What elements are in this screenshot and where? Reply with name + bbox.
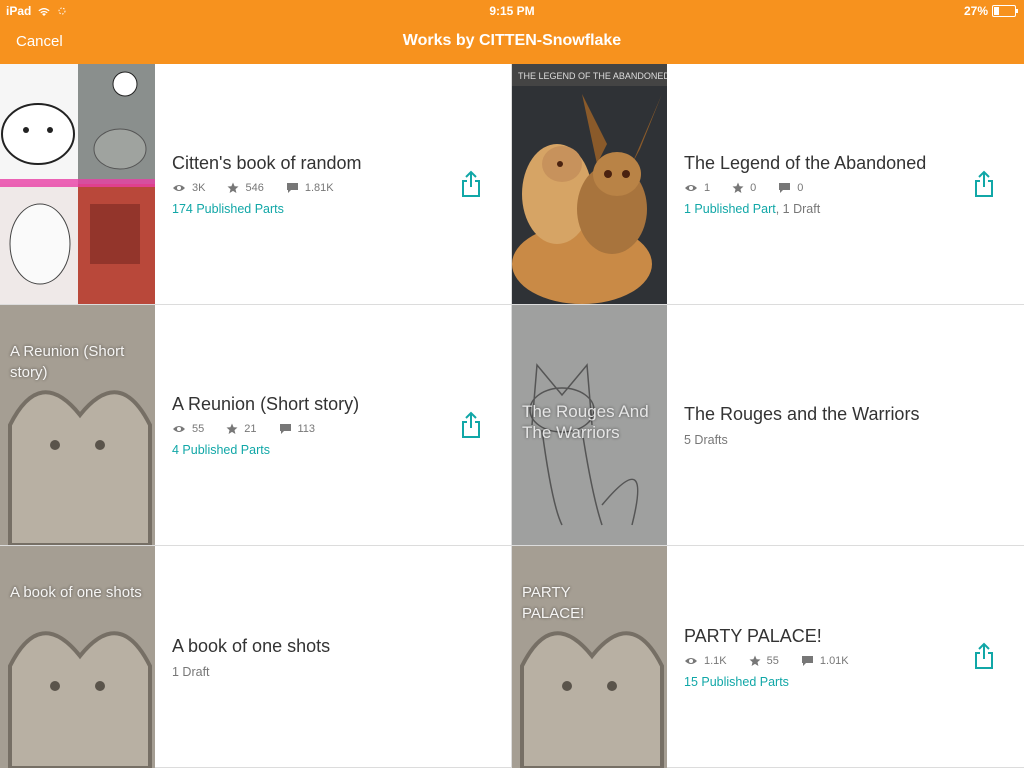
work-info: The Legend of the Abandoned 1 0 0 1 Publ… xyxy=(684,64,964,304)
comments-count: 113 xyxy=(297,422,316,435)
eye-icon xyxy=(173,425,185,432)
eye-icon xyxy=(685,184,697,191)
views-count: 55 xyxy=(192,422,205,435)
star-icon xyxy=(749,655,761,666)
work-title[interactable]: The Legend of the Abandoned xyxy=(684,153,964,174)
work-card[interactable]: Citten's book of random 3K 546 1.81K 174… xyxy=(0,64,512,305)
votes-count: 0 xyxy=(750,181,757,194)
views-stat: 55 xyxy=(172,423,204,435)
work-stats: 3K 546 1.81K xyxy=(172,182,451,194)
comments-count: 1.01K xyxy=(819,654,849,667)
votes-count: 21 xyxy=(244,422,257,435)
star-icon xyxy=(226,423,238,434)
status-time: 9:15 PM xyxy=(489,4,535,18)
cover-title: PARTY PALACE! xyxy=(522,584,585,622)
work-info: A Reunion (Short story) 55 21 113 4 Publ… xyxy=(172,305,451,545)
cover-title: A book of one shots xyxy=(10,584,142,601)
draft-parts: , 1 Draft xyxy=(775,201,821,216)
eye-icon xyxy=(685,657,697,664)
cover-title: A Reunion (Short story) xyxy=(10,343,125,381)
star-icon xyxy=(732,182,744,193)
views-count: 1.1K xyxy=(704,654,727,667)
share-icon[interactable] xyxy=(972,170,996,198)
votes-count: 546 xyxy=(245,181,264,194)
comment-icon xyxy=(286,182,298,193)
votes-stat: 546 xyxy=(227,181,264,194)
views-stat: 1.1K xyxy=(684,655,727,667)
draft-parts: 1 Draft xyxy=(172,664,210,679)
cover-image: A book of one shots xyxy=(0,546,155,768)
work-title[interactable]: The Rouges and the Warriors xyxy=(684,404,964,425)
battery-icon xyxy=(992,5,1018,17)
page-title: Works by CITTEN-Snowflake xyxy=(402,32,622,49)
comments-count: 0 xyxy=(797,181,804,194)
comment-icon xyxy=(779,182,791,193)
parts-info: 174 Published Parts xyxy=(172,202,451,216)
published-parts[interactable]: 15 Published Parts xyxy=(684,675,789,689)
views-stat: 1 xyxy=(684,182,710,194)
comments-count: 1.81K xyxy=(304,181,334,194)
status-right: 27% xyxy=(963,4,1018,18)
work-title[interactable]: A book of one shots xyxy=(172,636,451,657)
votes-stat: 21 xyxy=(226,422,257,435)
votes-stat: 0 xyxy=(732,182,756,194)
cover-image: THE LEGEND OF THE ABANDONED xyxy=(512,64,667,304)
star-icon xyxy=(227,182,239,193)
work-stats: 55 21 113 xyxy=(172,423,451,435)
work-info: The Rouges and the Warriors 5 Drafts xyxy=(684,305,964,545)
votes-count: 55 xyxy=(766,654,779,667)
work-title[interactable]: Citten's book of random xyxy=(172,153,451,174)
work-card[interactable]: The Rouges And The Warriors The Rouges a… xyxy=(512,305,1024,546)
comment-icon xyxy=(801,655,813,666)
cover-image: A Reunion (Short story) xyxy=(0,305,155,545)
work-card[interactable]: A book of one shots A book of one shots … xyxy=(0,546,512,768)
share-icon[interactable] xyxy=(972,642,996,670)
cover-image: PARTY PALACE! xyxy=(512,546,667,768)
eye-icon xyxy=(173,184,185,191)
nav-bar: Cancel Works by CITTEN-Snowflake xyxy=(0,22,1024,64)
share-icon[interactable] xyxy=(459,170,483,198)
published-parts[interactable]: 174 Published Parts xyxy=(172,202,284,216)
work-info: PARTY PALACE! 1.1K 55 1.01K 15 Published… xyxy=(684,546,964,768)
svg-text:THE LEGEND OF THE ABANDONED: THE LEGEND OF THE ABANDONED xyxy=(518,71,667,81)
work-info: Citten's book of random 3K 546 1.81K 174… xyxy=(172,64,451,304)
work-title[interactable]: A Reunion (Short story) xyxy=(172,394,451,415)
share-icon[interactable] xyxy=(459,411,483,439)
work-card[interactable]: PARTY PALACE! PARTY PALACE! 1.1K 55 1.01… xyxy=(512,546,1024,768)
work-card[interactable]: THE LEGEND OF THE ABANDONED The Legend o… xyxy=(512,64,1024,305)
comments-stat: 113 xyxy=(279,422,316,435)
draft-parts: 5 Drafts xyxy=(684,432,728,447)
parts-info: 1 Published Part, 1 Draft xyxy=(684,202,964,216)
comments-stat: 0 xyxy=(778,182,803,194)
views-stat: 3K xyxy=(172,182,205,194)
works-grid: Citten's book of random 3K 546 1.81K 174… xyxy=(0,64,1024,768)
battery-percent: 27% xyxy=(963,4,988,18)
work-info: A book of one shots 1 Draft xyxy=(172,546,451,768)
views-count: 3K xyxy=(192,181,206,194)
parts-info: 5 Drafts xyxy=(684,433,964,447)
work-stats: 1 0 0 xyxy=(684,182,964,194)
battery-fill xyxy=(994,7,999,15)
work-title[interactable]: PARTY PALACE! xyxy=(684,626,964,647)
parts-info: 15 Published Parts xyxy=(684,675,964,689)
parts-info: 4 Published Parts xyxy=(172,443,451,457)
status-bar: iPad 9:15 PM 27% xyxy=(0,0,1024,22)
comments-stat: 1.01K xyxy=(801,655,849,667)
votes-stat: 55 xyxy=(749,655,779,667)
cover-title: The Rouges And The Warriors xyxy=(522,402,649,442)
work-stats: 1.1K 55 1.01K xyxy=(684,655,964,667)
cover-image: The Rouges And The Warriors xyxy=(512,305,667,545)
cover-image xyxy=(0,64,155,304)
published-parts[interactable]: 1 Published Part xyxy=(684,202,776,216)
parts-info: 1 Draft xyxy=(172,665,451,679)
comment-icon xyxy=(279,423,291,434)
work-card[interactable]: A Reunion (Short story) A Reunion (Short… xyxy=(0,305,512,546)
comments-stat: 1.81K xyxy=(286,182,334,194)
published-parts[interactable]: 4 Published Parts xyxy=(172,443,270,457)
views-count: 1 xyxy=(704,181,711,194)
